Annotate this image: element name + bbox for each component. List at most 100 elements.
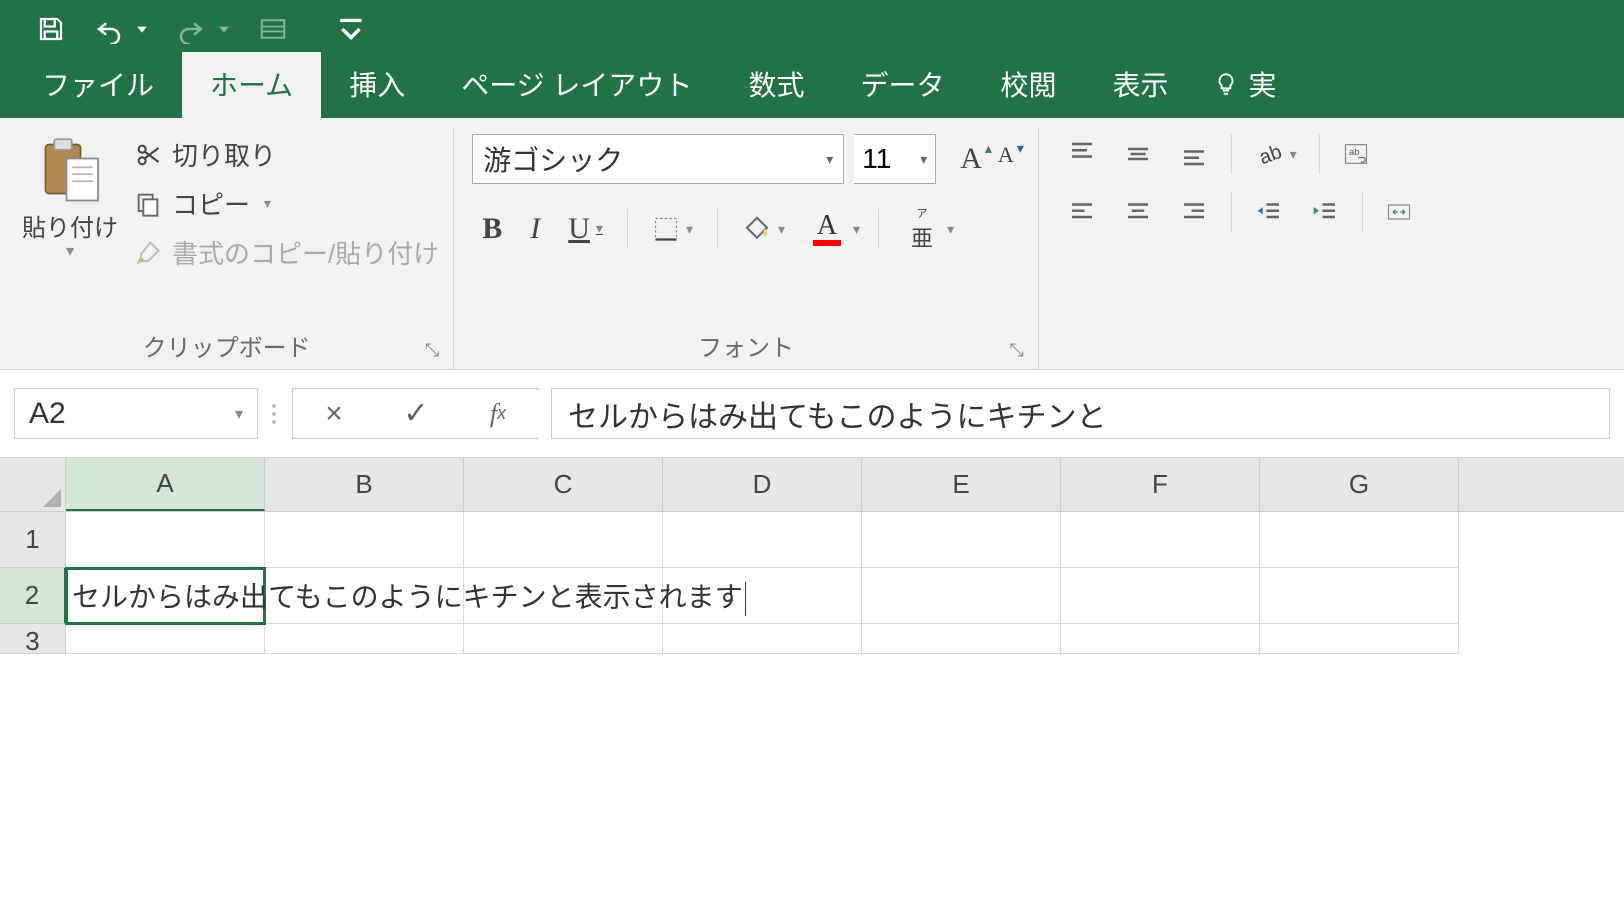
tab-home[interactable]: ホーム bbox=[182, 52, 321, 118]
cut-button[interactable]: 切り取り bbox=[134, 136, 439, 173]
border-icon bbox=[652, 215, 680, 243]
name-box[interactable]: A2 ▾ bbox=[14, 388, 258, 439]
cancel-button[interactable]: × bbox=[293, 397, 375, 431]
undo-dropdown[interactable] bbox=[136, 23, 148, 35]
copy-dropdown[interactable]: ▾ bbox=[264, 195, 271, 212]
italic-button[interactable]: I bbox=[520, 212, 550, 246]
quick-access-toolbar bbox=[0, 0, 1624, 58]
format-painter-label: 書式のコピー/貼り付け bbox=[172, 234, 439, 271]
save-button[interactable] bbox=[36, 14, 66, 44]
paste-icon bbox=[35, 134, 105, 204]
cell-G1[interactable] bbox=[1260, 512, 1459, 568]
phonetic-guide-button[interactable]: ア亜 bbox=[893, 205, 964, 253]
decrease-indent-button[interactable] bbox=[1244, 197, 1294, 227]
cell-A2-text: セルからはみ出てもこのようにキチンと表示されます bbox=[72, 575, 746, 616]
font-color-button[interactable]: A bbox=[803, 212, 864, 246]
redo-dropdown[interactable] bbox=[218, 23, 230, 35]
tab-file[interactable]: ファイル bbox=[14, 52, 182, 118]
align-center-button[interactable] bbox=[1113, 197, 1163, 227]
cell-E2[interactable] bbox=[862, 568, 1061, 624]
grow-font-button[interactable]: A▴ bbox=[954, 142, 988, 176]
cell-A1[interactable] bbox=[66, 512, 265, 568]
column-header-G[interactable]: G bbox=[1260, 458, 1459, 511]
cell-D1[interactable] bbox=[663, 512, 862, 568]
name-box-value: A2 bbox=[29, 397, 66, 431]
resize-grip[interactable] bbox=[270, 388, 280, 439]
tab-formulas[interactable]: 数式 bbox=[720, 52, 832, 118]
customize-qat-button[interactable] bbox=[336, 14, 366, 44]
tab-review[interactable]: 校閲 bbox=[972, 52, 1084, 118]
column-header-E[interactable]: E bbox=[862, 458, 1061, 511]
indent-icon bbox=[1310, 197, 1340, 227]
select-all-corner[interactable] bbox=[0, 458, 66, 511]
column-header-D[interactable]: D bbox=[663, 458, 862, 511]
tab-tell-me[interactable]: 実 bbox=[1197, 52, 1305, 118]
enter-button[interactable]: ✓ bbox=[375, 396, 457, 431]
cell-B1[interactable] bbox=[265, 512, 464, 568]
chevron-down-icon: ▾ bbox=[235, 404, 243, 424]
ribbon-tabs: ファイル ホーム 挿入 ページ レイアウト 数式 データ 校閲 表示 実 bbox=[0, 58, 1624, 118]
font-launcher[interactable]: ⤡ bbox=[1009, 340, 1023, 361]
paste-button[interactable]: 貼り付け ▾ bbox=[14, 128, 126, 322]
cell-G3[interactable] bbox=[1260, 624, 1459, 654]
row-header-1[interactable]: 1 bbox=[0, 512, 66, 568]
cell-E3[interactable] bbox=[862, 624, 1061, 654]
align-bottom-button[interactable] bbox=[1169, 139, 1219, 169]
wrap-icon: ab bbox=[1342, 140, 1370, 168]
cell-C1[interactable] bbox=[464, 512, 663, 568]
clipboard-group-label: クリップボード bbox=[143, 328, 311, 363]
column-header-A[interactable]: A bbox=[66, 458, 265, 511]
cell-C3[interactable] bbox=[464, 624, 663, 654]
formula-bar: A2 ▾ × ✓ fx セルからはみ出てもこのようにキチンと bbox=[0, 370, 1624, 458]
align-left-button[interactable] bbox=[1057, 197, 1107, 227]
shrink-font-button[interactable]: A▾ bbox=[992, 142, 1020, 176]
ribbon: 貼り付け ▾ 切り取り コピー ▾ 書式のコピー/貼り付け bbox=[0, 118, 1624, 370]
separator bbox=[1231, 134, 1232, 174]
align-middle-button[interactable] bbox=[1113, 139, 1163, 169]
font-size-select[interactable]: 11 ▾ bbox=[854, 134, 936, 184]
touch-mode-button[interactable] bbox=[258, 14, 288, 44]
borders-button[interactable] bbox=[642, 215, 703, 243]
formula-content: セルからはみ出てもこのようにキチンと bbox=[568, 392, 1107, 436]
save-icon bbox=[36, 14, 66, 44]
insert-function-button[interactable]: fx bbox=[457, 399, 539, 429]
column-header-C[interactable]: C bbox=[464, 458, 663, 511]
align-right-button[interactable] bbox=[1169, 197, 1219, 227]
clipboard-launcher[interactable]: ⤡ bbox=[425, 340, 439, 361]
cell-E1[interactable] bbox=[862, 512, 1061, 568]
cell-B3[interactable] bbox=[265, 624, 464, 654]
tab-insert[interactable]: 挿入 bbox=[321, 52, 433, 118]
cell-D3[interactable] bbox=[663, 624, 862, 654]
column-header-F[interactable]: F bbox=[1061, 458, 1260, 511]
row-header-3[interactable]: 3 bbox=[0, 624, 66, 654]
merge-center-button[interactable] bbox=[1375, 198, 1423, 226]
orientation-button[interactable]: ab bbox=[1244, 139, 1307, 169]
font-size-value: 11 bbox=[862, 143, 891, 175]
cell-F3[interactable] bbox=[1061, 624, 1260, 654]
copy-button[interactable]: コピー ▾ bbox=[134, 185, 439, 222]
cell-F1[interactable] bbox=[1061, 512, 1260, 568]
column-header-B[interactable]: B bbox=[265, 458, 464, 511]
fill-color-button[interactable] bbox=[732, 214, 795, 244]
undo-button[interactable] bbox=[94, 14, 124, 44]
wrap-text-button[interactable]: ab bbox=[1332, 140, 1380, 168]
row-header-2[interactable]: 2 bbox=[0, 568, 66, 624]
tab-data[interactable]: データ bbox=[832, 52, 972, 118]
align-top-button[interactable] bbox=[1057, 139, 1107, 169]
redo-button[interactable] bbox=[176, 14, 206, 44]
cell-A2[interactable]: セルからはみ出てもこのようにキチンと表示されます bbox=[66, 568, 265, 624]
bold-button[interactable]: B bbox=[472, 212, 512, 246]
paste-dropdown[interactable]: ▾ bbox=[66, 241, 74, 261]
cell-G2[interactable] bbox=[1260, 568, 1459, 624]
increase-indent-button[interactable] bbox=[1300, 197, 1350, 227]
underline-button[interactable]: U bbox=[558, 212, 613, 246]
cell-F2[interactable] bbox=[1061, 568, 1260, 624]
group-font: 游ゴシック ▾ 11 ▾ A▴ A▾ B I U bbox=[454, 128, 1039, 369]
font-name-select[interactable]: 游ゴシック ▾ bbox=[472, 134, 844, 184]
tab-page-layout[interactable]: ページ レイアウト bbox=[433, 52, 720, 118]
cell-A3[interactable] bbox=[66, 624, 265, 654]
formula-input[interactable]: セルからはみ出てもこのようにキチンと bbox=[551, 388, 1610, 439]
format-painter-button[interactable]: 書式のコピー/貼り付け bbox=[134, 234, 439, 271]
spreadsheet-grid: A B C D E F G 1 2 セルからはみ出てもこのようにキチンと表示され… bbox=[0, 458, 1624, 654]
tab-view[interactable]: 表示 bbox=[1084, 52, 1196, 118]
